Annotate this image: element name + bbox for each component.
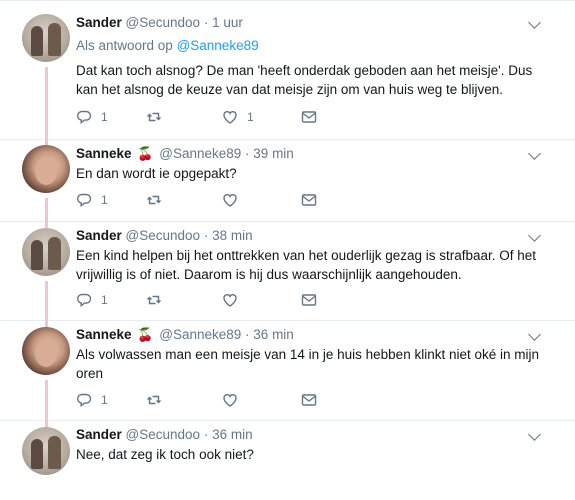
retweet-icon — [147, 295, 161, 305]
tweet-header: Sander @Secundoo · 38 min — [76, 228, 253, 243]
reply-count: 1 — [101, 193, 108, 207]
avatar[interactable] — [22, 145, 70, 193]
tweet-text: Als volwassen man een meisje van 14 in j… — [76, 347, 540, 381]
heart-icon — [223, 111, 237, 124]
separator-dot: · — [203, 427, 209, 442]
envelope-icon — [301, 294, 317, 306]
tweet-actions: 1 1 — [76, 109, 336, 125]
direct-message-button[interactable] — [301, 392, 317, 408]
tweet-header: Sanneke 🍒 @Sanneke89 · 36 min — [76, 327, 294, 343]
separator-dot: · — [203, 228, 209, 243]
heart-icon — [223, 394, 237, 407]
retweet-button[interactable] — [146, 292, 171, 308]
retweet-icon — [147, 395, 161, 405]
thread-line — [45, 281, 48, 321]
tweet-actions: 1 — [76, 392, 336, 408]
tweet-header: Sander @Secundoo · 36 min — [76, 427, 253, 442]
tweet-text: Nee, dat zeg ik toch ook niet? — [76, 447, 254, 462]
conversation-thread: Sander @Secundoo · 1 uur Als antwoord op… — [0, 0, 575, 500]
reply-context: Als antwoord op @Sanneke89 — [76, 38, 259, 53]
like-button[interactable] — [222, 392, 247, 408]
avatar[interactable] — [22, 327, 70, 375]
reply-button[interactable]: 1 — [76, 109, 108, 125]
envelope-icon — [301, 394, 317, 406]
direct-message-button[interactable] — [301, 109, 317, 125]
reply-button[interactable]: 1 — [76, 392, 108, 408]
chevron-down-icon[interactable] — [528, 147, 541, 160]
thread-line — [45, 67, 48, 140]
timestamp[interactable]: 39 min — [253, 146, 294, 161]
user-handle[interactable]: @Sanneke89 — [159, 327, 241, 342]
reply-icon — [77, 110, 92, 125]
reply-icon — [77, 393, 92, 408]
envelope-icon — [301, 194, 317, 206]
separator-dot: · — [245, 146, 250, 161]
reply-icon — [77, 193, 92, 208]
display-name[interactable]: Sander — [76, 15, 122, 30]
tweet-header: Sander @Secundoo · 1 uur — [76, 15, 243, 30]
avatar[interactable] — [22, 427, 70, 475]
tweet[interactable]: Sander @Secundoo · 36 min Nee, dat zeg i… — [0, 421, 575, 500]
reply-count: 1 — [101, 393, 108, 407]
timestamp[interactable]: 1 uur — [212, 15, 243, 30]
display-name[interactable]: Sander — [76, 427, 122, 442]
like-count: 1 — [247, 110, 254, 124]
tweet[interactable]: Sander @Secundoo · 38 min Een kind helpe… — [0, 222, 575, 321]
retweet-icon — [147, 195, 161, 205]
timestamp[interactable]: 38 min — [212, 228, 253, 243]
thread-line — [45, 380, 48, 421]
display-name[interactable]: Sanneke — [76, 146, 132, 161]
separator-dot: · — [245, 327, 250, 342]
separator-dot: · — [203, 15, 209, 30]
reply-icon — [77, 293, 92, 308]
timestamp[interactable]: 36 min — [212, 427, 253, 442]
chevron-down-icon[interactable] — [528, 229, 541, 242]
reply-button[interactable]: 1 — [76, 292, 108, 308]
display-name[interactable]: Sander — [76, 228, 122, 243]
chevron-down-icon[interactable] — [528, 328, 541, 341]
tweet-text: Een kind helpen bij het onttrekken van h… — [76, 248, 537, 282]
user-handle[interactable]: @Secundoo — [126, 228, 201, 243]
heart-icon — [223, 294, 237, 307]
tweet-actions: 1 — [76, 292, 336, 308]
envelope-icon — [301, 111, 317, 123]
chevron-down-icon[interactable] — [528, 428, 541, 441]
avatar[interactable] — [22, 14, 70, 62]
tweet[interactable]: Sander @Secundoo · 1 uur Als antwoord op… — [0, 1, 575, 140]
reply-prefix: Als antwoord op — [76, 38, 173, 53]
retweet-icon — [147, 112, 161, 122]
retweet-button[interactable] — [146, 392, 171, 408]
reply-count: 1 — [101, 293, 108, 307]
direct-message-button[interactable] — [301, 292, 317, 308]
like-button[interactable] — [222, 192, 247, 208]
thread-line — [45, 198, 48, 222]
avatar[interactable] — [22, 228, 70, 276]
tweet-actions: 1 — [76, 192, 336, 208]
like-button[interactable] — [222, 292, 247, 308]
reply-count: 1 — [101, 110, 108, 124]
retweet-button[interactable] — [146, 109, 171, 125]
direct-message-button[interactable] — [301, 192, 317, 208]
reply-button[interactable]: 1 — [76, 192, 108, 208]
tweet-header: Sanneke 🍒 @Sanneke89 · 39 min — [76, 146, 294, 162]
heart-icon — [223, 194, 237, 207]
user-handle[interactable]: @Secundoo — [126, 15, 201, 30]
cherries-emoji: 🍒 — [137, 327, 154, 342]
tweet-text: En dan wordt ie opgepakt? — [76, 166, 237, 181]
user-handle[interactable]: @Sanneke89 — [159, 146, 241, 161]
reply-handle-link[interactable]: @Sanneke89 — [177, 38, 259, 53]
like-button[interactable]: 1 — [222, 109, 254, 125]
timestamp[interactable]: 36 min — [253, 327, 294, 342]
tweet[interactable]: Sanneke 🍒 @Sanneke89 · 39 min En dan wor… — [0, 140, 575, 222]
display-name[interactable]: Sanneke — [76, 327, 132, 342]
cherries-emoji: 🍒 — [137, 146, 154, 161]
tweet-text: Dat kan toch alsnog? De man 'heeft onder… — [76, 63, 533, 97]
retweet-button[interactable] — [146, 192, 171, 208]
user-handle[interactable]: @Secundoo — [126, 427, 201, 442]
tweet[interactable]: Sanneke 🍒 @Sanneke89 · 36 min Als volwas… — [0, 321, 575, 421]
chevron-down-icon[interactable] — [528, 16, 541, 29]
